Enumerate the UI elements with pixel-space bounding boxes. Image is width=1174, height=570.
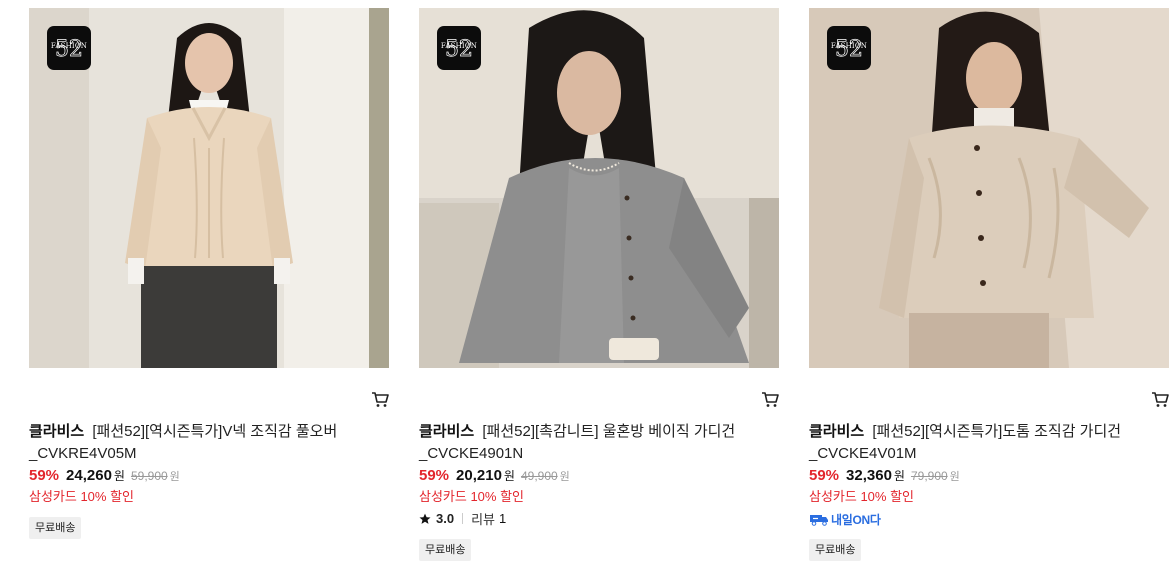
logo-text: FASHION: [50, 42, 88, 50]
fashion52-logo: 52 FASHION: [827, 26, 871, 70]
original-price: 49,900: [520, 469, 558, 483]
rating-row[interactable]: 3.0 리뷰 1: [419, 509, 506, 528]
original-currency: 원: [949, 471, 960, 483]
original-price: 59,900: [130, 469, 168, 483]
sale-price: 32,360: [846, 467, 892, 484]
product-title[interactable]: 클라비스 [패션52][역시즌특가]도톰 조직감 가디건 _CVCKE4V01M: [809, 421, 1159, 465]
price-row: 59% 20,210 원 49,900 원: [419, 467, 570, 487]
free-shipping-badge: 무료배송: [809, 539, 862, 561]
brand-name: 클라비스: [29, 423, 85, 440]
product-card[interactable]: 52 FASHION 클라비스 [패션52][촉감니트] 울혼방 베이직 가디건…: [419, 8, 779, 561]
free-shipping-badge: 무료배송: [419, 539, 472, 561]
logo-text: FASHION: [830, 42, 868, 50]
product-image[interactable]: 52 FASHION: [29, 8, 389, 368]
cart-icon[interactable]: [760, 389, 780, 409]
sale-price: 20,210: [456, 467, 502, 484]
fashion52-logo: 52 FASHION: [47, 26, 91, 70]
product-image[interactable]: 52 FASHION: [419, 8, 779, 368]
discount-rate: 59%: [809, 467, 840, 484]
delivery-tag: 내일ON다: [809, 511, 881, 527]
free-shipping-badge: 무료배송: [29, 517, 82, 539]
delivery-tag-label: 내일ON다: [831, 512, 881, 527]
sale-price: 24,260: [66, 467, 112, 484]
currency: 원: [113, 469, 125, 483]
fashion52-logo: 52 FASHION: [437, 26, 481, 70]
original-price: 79,900: [910, 469, 948, 483]
delivery-truck-icon: [810, 515, 828, 526]
original-currency: 원: [169, 471, 180, 483]
rating-score: 3.0: [436, 511, 455, 526]
card-promotion: 삼성카드 10% 할인: [419, 489, 525, 504]
product-title[interactable]: 클라비스 [패션52][촉감니트] 울혼방 베이직 가디건 _CVCKE4901…: [419, 421, 769, 465]
divider: [462, 513, 464, 524]
product-card[interactable]: 52 FASHION 클라비스 [패션52][역시즌특가]V넥 조직감 풀오버 …: [29, 8, 389, 539]
currency: 원: [503, 469, 515, 483]
card-promotion: 삼성카드 10% 할인: [29, 489, 135, 504]
product-card[interactable]: 52 FASHION 클라비스 [패션52][역시즌특가]도톰 조직감 가디건 …: [809, 8, 1169, 561]
cart-icon[interactable]: [1150, 389, 1170, 409]
card-promotion: 삼성카드 10% 할인: [809, 489, 915, 504]
product-image[interactable]: 52 FASHION: [809, 8, 1169, 368]
star-icon: [419, 513, 431, 524]
price-row: 59% 24,260 원 59,900 원: [29, 467, 180, 487]
product-title[interactable]: 클라비스 [패션52][역시즌특가]V넥 조직감 풀오버 _CVKRE4V05M: [29, 421, 379, 465]
price-row: 59% 32,360 원 79,900 원: [809, 467, 960, 487]
discount-rate: 59%: [29, 467, 60, 484]
brand-name: 클라비스: [809, 423, 865, 440]
logo-text: FASHION: [440, 42, 478, 50]
currency: 원: [893, 469, 905, 483]
original-currency: 원: [559, 471, 570, 483]
brand-name: 클라비스: [419, 423, 475, 440]
review-label: 리뷰: [471, 512, 495, 527]
cart-icon[interactable]: [370, 389, 390, 409]
review-count: 1: [499, 511, 507, 526]
discount-rate: 59%: [419, 467, 450, 484]
